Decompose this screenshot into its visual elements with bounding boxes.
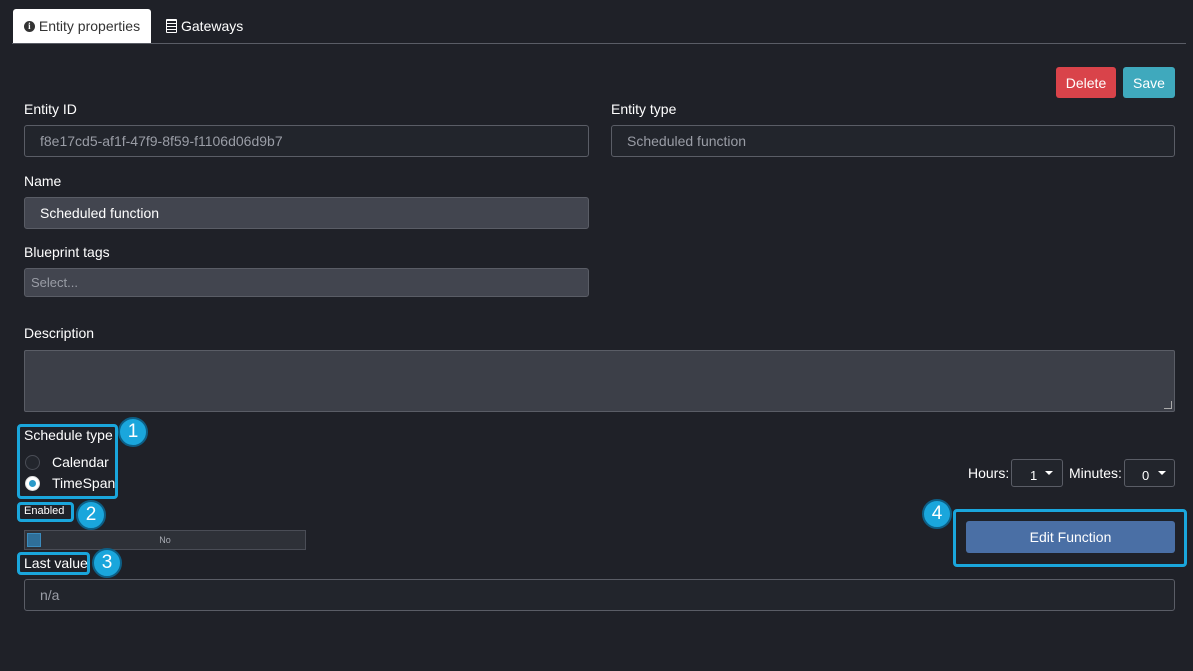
minutes-value: 0 (1142, 467, 1150, 483)
blueprint-tags-placeholder: Select... (31, 275, 78, 290)
tab-label: Entity properties (38, 18, 141, 34)
entity-id-field[interactable]: f8e17cd5-af1f-47f9-8f59-f1106d06d9b7 (24, 125, 589, 157)
name-input[interactable]: Scheduled function (24, 197, 589, 229)
chevron-down-icon (1045, 471, 1054, 475)
enabled-label: Enabled (24, 505, 65, 517)
chevron-down-icon (1158, 471, 1167, 475)
name-value: Scheduled function (40, 205, 160, 221)
tab-label: Gateways (181, 18, 244, 34)
resize-handle-icon[interactable] (1164, 401, 1172, 409)
minutes-dropdown[interactable]: 0 (1124, 459, 1175, 487)
callout-badge-2: 2 (76, 500, 106, 530)
hours-label: Hours: (968, 465, 1010, 481)
minutes-label: Minutes: (1069, 465, 1122, 481)
last-value-field[interactable]: n/a (24, 579, 1175, 611)
delete-button[interactable]: Delete (1056, 67, 1116, 98)
tab-divider (12, 43, 1186, 44)
callout-badge-3: 3 (92, 548, 122, 578)
radio-label: Calendar (52, 454, 109, 470)
description-label: Description (24, 325, 95, 341)
radio-unchecked-icon[interactable] (25, 454, 40, 470)
last-value-value: n/a (40, 587, 60, 603)
tab-gateways[interactable]: Gateways (160, 9, 249, 43)
callout-badge-1: 1 (118, 417, 148, 447)
save-button[interactable]: Save (1123, 67, 1175, 98)
tab-entity-properties[interactable]: i Entity properties (13, 9, 151, 43)
entity-type-value: Scheduled function (627, 133, 747, 149)
entity-id-value: f8e17cd5-af1f-47f9-8f59-f1106d06d9b7 (40, 133, 283, 149)
hours-dropdown[interactable]: 1 (1011, 459, 1063, 487)
hours-value: 1 (1030, 467, 1038, 483)
blueprint-tags-label: Blueprint tags (24, 244, 110, 260)
blueprint-tags-select[interactable]: Select... (24, 268, 589, 297)
radio-timespan[interactable]: TimeSpan (25, 475, 115, 491)
entity-id-label: Entity ID (24, 101, 77, 117)
toggle-state-text: No (159, 535, 171, 545)
schedule-type-label: Schedule type (24, 427, 113, 443)
description-textarea[interactable] (24, 350, 1175, 412)
entity-type-field[interactable]: Scheduled function (611, 125, 1175, 157)
enabled-toggle[interactable]: No (24, 530, 306, 550)
last-value-label: Last value (24, 555, 88, 571)
callout-badge-4: 4 (922, 499, 952, 529)
radio-checked-icon[interactable] (25, 475, 40, 491)
info-circle-icon: i (23, 20, 35, 32)
radio-calendar[interactable]: Calendar (25, 454, 109, 470)
edit-function-button[interactable]: Edit Function (966, 521, 1175, 553)
entity-type-label: Entity type (611, 101, 677, 117)
toggle-knob[interactable] (27, 533, 41, 547)
gateway-icon (166, 19, 177, 33)
name-label: Name (24, 173, 62, 189)
radio-label: TimeSpan (52, 475, 116, 491)
